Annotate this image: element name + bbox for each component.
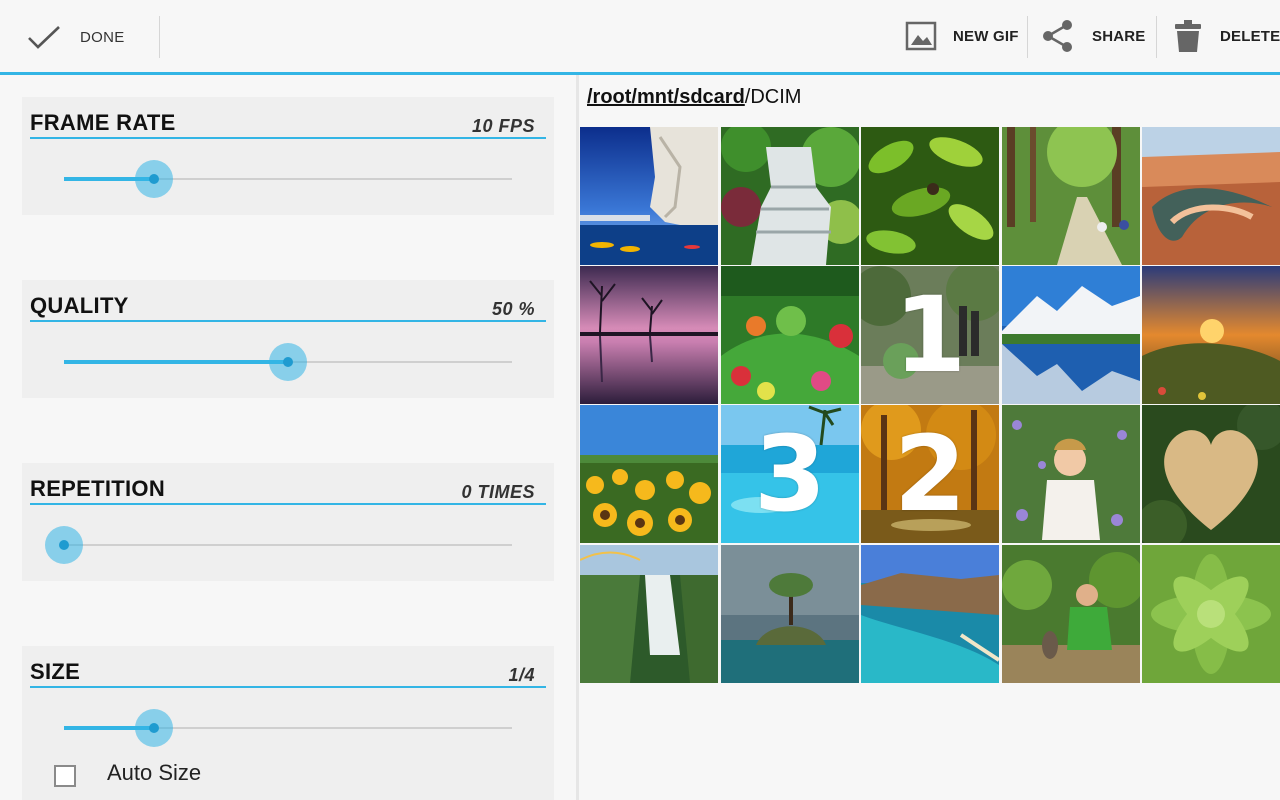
quality-value: 50 % [491,299,535,319]
photo-thumbnail[interactable] [580,266,718,404]
frame-rate-title: FRAME RATE [30,110,176,135]
breadcrumb: /root/mnt/sdcard/DCIM [587,86,801,109]
photo-thumbnail[interactable] [580,127,718,265]
size-title: SIZE [30,659,81,684]
size-slider[interactable] [64,708,512,748]
selection-badge [1142,545,1280,683]
selection-badge [1002,545,1140,683]
panel-divider [576,75,579,800]
size-card: SIZE 1/4 Auto Size [22,646,554,800]
photo-thumbnail[interactable] [580,405,718,543]
frame-rate-slider[interactable] [64,159,512,199]
repetition-title: REPETITION [30,476,166,501]
photo-thumbnail[interactable] [1142,405,1280,543]
done-button[interactable]: DONE [0,0,158,72]
slider-thumb[interactable] [45,526,83,564]
selection-badge [1002,266,1140,404]
selection-badge [721,127,859,265]
selection-badge [1142,266,1280,404]
share-button[interactable]: SHARE [1040,0,1146,72]
share-icon [1043,20,1072,52]
done-label: DONE [80,29,125,46]
delete-button[interactable]: DELETE [1174,0,1280,72]
selection-badge [580,266,718,404]
photo-thumbnail[interactable] [721,266,859,404]
action-bar: DONE NEW GIF SHARE DELETE [0,0,1280,72]
quality-slider[interactable] [64,342,512,382]
divider [1027,16,1028,58]
slider-fill [64,360,288,364]
frame-rate-value: 10 FPS [471,116,535,136]
selection-badge [580,545,718,683]
checkmark-icon [28,26,60,49]
auto-size-label: Auto Size [107,760,202,785]
size-rule [30,686,546,688]
divider [159,16,160,58]
photo-thumbnail[interactable] [721,545,859,683]
selection-badge: 1 [893,274,967,396]
divider [1156,16,1157,58]
slider-track [64,544,512,546]
quality-card: QUALITY 50 % [22,280,554,398]
photo-thumbnail[interactable]: 1 [861,266,999,404]
slider-thumb[interactable] [134,709,173,747]
selection-badge: 3 [753,413,827,535]
new-gif-button[interactable]: NEW GIF [905,0,1019,72]
photo-thumbnail[interactable] [1142,545,1280,683]
photo-thumbnail[interactable] [861,545,999,683]
repetition-value: 0 TIMES [461,482,535,502]
photo-thumbnail[interactable]: 2 [861,405,999,543]
photo-thumbnail[interactable] [1142,127,1280,265]
photo-thumbnail[interactable] [721,127,859,265]
selection-badge [721,545,859,683]
selection-badge [1142,127,1280,265]
breadcrumb-current: /DCIM [744,86,802,108]
photo-grid: 1 3 2 [580,127,1280,683]
selection-badge [1002,405,1140,543]
size-value: 1/4 [508,665,535,685]
selection-badge [1002,127,1140,265]
photo-thumbnail[interactable] [1002,405,1140,543]
quality-rule [30,320,546,322]
selection-badge [1142,405,1280,543]
repetition-card: REPETITION 0 TIMES [22,463,554,581]
settings-panel: FRAME RATE 10 FPS QUALITY 50 % REPETITIO… [0,75,576,800]
photo-thumbnail[interactable] [1142,266,1280,404]
frame-rate-rule [30,137,546,139]
photo-thumbnail[interactable]: 3 [721,405,859,543]
frame-rate-card: FRAME RATE 10 FPS [22,97,554,215]
auto-size-checkbox[interactable] [54,765,76,787]
new-gif-label: NEW GIF [953,27,1019,45]
photo-thumbnail[interactable] [580,545,718,683]
image-icon [905,21,937,51]
photo-thumbnail[interactable] [1002,545,1140,683]
slider-thumb[interactable] [134,160,173,198]
selection-badge [580,127,718,265]
photo-thumbnail[interactable] [861,127,999,265]
photo-thumbnail[interactable] [1002,127,1140,265]
selection-badge [721,266,859,404]
selection-badge [861,545,999,683]
slider-thumb[interactable] [269,343,307,381]
breadcrumb-root-link[interactable]: /root/mnt/sdcard [587,86,745,108]
delete-label: DELETE [1220,27,1280,45]
repetition-slider[interactable] [45,525,512,565]
share-label: SHARE [1092,27,1146,45]
quality-title: QUALITY [30,293,129,318]
selection-badge [580,405,718,543]
photo-thumbnail[interactable] [1002,266,1140,404]
selection-badge: 2 [893,413,967,535]
trash-icon [1175,20,1201,52]
selection-badge [861,127,999,265]
repetition-rule [30,503,546,505]
